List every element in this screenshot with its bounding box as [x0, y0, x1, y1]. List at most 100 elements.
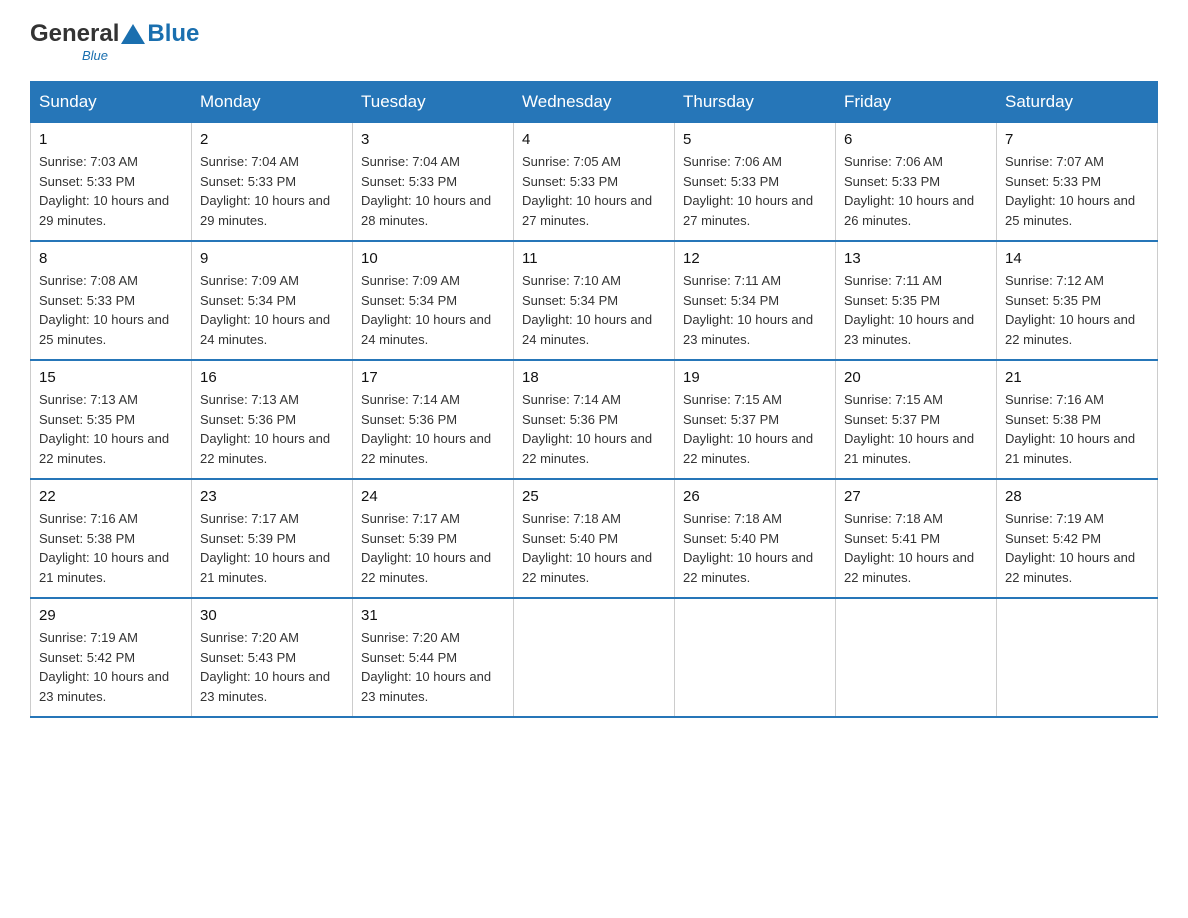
calendar-cell: 19 Sunrise: 7:15 AMSunset: 5:37 PMDayligh… — [675, 360, 836, 479]
logo: GeneralBlueBlue — [30, 20, 199, 63]
day-number: 19 — [683, 369, 827, 386]
day-info: Sunrise: 7:11 AMSunset: 5:35 PMDaylight:… — [844, 271, 988, 349]
day-info: Sunrise: 7:14 AMSunset: 5:36 PMDaylight:… — [361, 390, 505, 468]
day-number: 15 — [39, 369, 183, 386]
day-number: 10 — [361, 250, 505, 267]
calendar-cell: 10Sunrise: 7:09 AMSunset: 5:34 PMDayligh… — [353, 241, 514, 360]
day-info: Sunrise: 7:16 AMSunset: 5:38 PMDaylight:… — [39, 509, 183, 587]
calendar-cell: 5 Sunrise: 7:06 AMSunset: 5:33 PMDaylight… — [675, 123, 836, 242]
calendar-cell: 20 Sunrise: 7:15 AMSunset: 5:37 PMDayligh… — [836, 360, 997, 479]
day-number: 9 — [200, 250, 344, 267]
day-info: Sunrise: 7:13 AMSunset: 5:35 PMDaylight:… — [39, 390, 183, 468]
calendar-cell: 27Sunrise: 7:18 AMSunset: 5:41 PMDayligh… — [836, 479, 997, 598]
calendar-cell: 16Sunrise: 7:13 AMSunset: 5:36 PMDayligh… — [192, 360, 353, 479]
day-number: 29 — [39, 607, 183, 624]
page-header: GeneralBlueBlue — [30, 20, 1158, 63]
calendar-week-row: 15 Sunrise: 7:13 AMSunset: 5:35 PMDayligh… — [31, 360, 1158, 479]
day-info: Sunrise: 7:19 AMSunset: 5:42 PMDaylight:… — [1005, 509, 1149, 587]
day-info: Sunrise: 7:04 AMSunset: 5:33 PMDaylight:… — [361, 152, 505, 230]
day-number: 17 — [361, 369, 505, 386]
calendar-cell: 29 Sunrise: 7:19 AMSunset: 5:42 PMDayligh… — [31, 598, 192, 717]
weekday-header-friday: Friday — [836, 82, 997, 123]
day-info: Sunrise: 7:20 AMSunset: 5:44 PMDaylight:… — [361, 628, 505, 706]
calendar-cell — [675, 598, 836, 717]
day-number: 31 — [361, 607, 505, 624]
calendar-cell: 23Sunrise: 7:17 AMSunset: 5:39 PMDayligh… — [192, 479, 353, 598]
calendar-cell — [514, 598, 675, 717]
calendar-cell: 25Sunrise: 7:18 AMSunset: 5:40 PMDayligh… — [514, 479, 675, 598]
calendar-table: SundayMondayTuesdayWednesdayThursdayFrid… — [30, 81, 1158, 718]
day-number: 2 — [200, 131, 344, 148]
calendar-cell: 24 Sunrise: 7:17 AMSunset: 5:39 PMDayligh… — [353, 479, 514, 598]
calendar-cell: 7Sunrise: 7:07 AMSunset: 5:33 PMDaylight… — [997, 123, 1158, 242]
day-number: 21 — [1005, 369, 1149, 386]
calendar-cell: 18 Sunrise: 7:14 AMSunset: 5:36 PMDayligh… — [514, 360, 675, 479]
day-number: 24 — [361, 488, 505, 505]
day-info: Sunrise: 7:14 AMSunset: 5:36 PMDaylight:… — [522, 390, 666, 468]
day-number: 27 — [844, 488, 988, 505]
day-number: 13 — [844, 250, 988, 267]
calendar-cell — [997, 598, 1158, 717]
calendar-cell: 21Sunrise: 7:16 AMSunset: 5:38 PMDayligh… — [997, 360, 1158, 479]
day-info: Sunrise: 7:04 AMSunset: 5:33 PMDaylight:… — [200, 152, 344, 230]
day-number: 3 — [361, 131, 505, 148]
day-number: 4 — [522, 131, 666, 148]
day-info: Sunrise: 7:11 AMSunset: 5:34 PMDaylight:… — [683, 271, 827, 349]
calendar-cell: 17 Sunrise: 7:14 AMSunset: 5:36 PMDayligh… — [353, 360, 514, 479]
logo-blue-text: Blue — [147, 20, 199, 48]
weekday-header-wednesday: Wednesday — [514, 82, 675, 123]
calendar-week-row: 22 Sunrise: 7:16 AMSunset: 5:38 PMDayligh… — [31, 479, 1158, 598]
day-number: 7 — [1005, 131, 1149, 148]
day-number: 25 — [522, 488, 666, 505]
day-info: Sunrise: 7:09 AMSunset: 5:34 PMDaylight:… — [200, 271, 344, 349]
calendar-cell: 4 Sunrise: 7:05 AMSunset: 5:33 PMDaylight… — [514, 123, 675, 242]
day-number: 6 — [844, 131, 988, 148]
calendar-cell: 26Sunrise: 7:18 AMSunset: 5:40 PMDayligh… — [675, 479, 836, 598]
day-number: 14 — [1005, 250, 1149, 267]
day-info: Sunrise: 7:15 AMSunset: 5:37 PMDaylight:… — [844, 390, 988, 468]
day-number: 20 — [844, 369, 988, 386]
calendar-cell: 2 Sunrise: 7:04 AMSunset: 5:33 PMDaylight… — [192, 123, 353, 242]
day-number: 11 — [522, 250, 666, 267]
day-number: 16 — [200, 369, 344, 386]
logo-triangle-icon — [121, 24, 145, 44]
day-info: Sunrise: 7:12 AMSunset: 5:35 PMDaylight:… — [1005, 271, 1149, 349]
day-number: 22 — [39, 488, 183, 505]
calendar-cell — [836, 598, 997, 717]
calendar-week-row: 8Sunrise: 7:08 AMSunset: 5:33 PMDaylight… — [31, 241, 1158, 360]
day-info: Sunrise: 7:17 AMSunset: 5:39 PMDaylight:… — [361, 509, 505, 587]
calendar-cell: 1 Sunrise: 7:03 AMSunset: 5:33 PMDaylight… — [31, 123, 192, 242]
weekday-header-row: SundayMondayTuesdayWednesdayThursdayFrid… — [31, 82, 1158, 123]
day-info: Sunrise: 7:06 AMSunset: 5:33 PMDaylight:… — [844, 152, 988, 230]
calendar-cell: 11Sunrise: 7:10 AMSunset: 5:34 PMDayligh… — [514, 241, 675, 360]
calendar-cell: 9 Sunrise: 7:09 AMSunset: 5:34 PMDaylight… — [192, 241, 353, 360]
day-number: 5 — [683, 131, 827, 148]
calendar-cell: 15 Sunrise: 7:13 AMSunset: 5:35 PMDayligh… — [31, 360, 192, 479]
day-info: Sunrise: 7:17 AMSunset: 5:39 PMDaylight:… — [200, 509, 344, 587]
day-info: Sunrise: 7:15 AMSunset: 5:37 PMDaylight:… — [683, 390, 827, 468]
calendar-cell: 22 Sunrise: 7:16 AMSunset: 5:38 PMDayligh… — [31, 479, 192, 598]
day-info: Sunrise: 7:08 AMSunset: 5:33 PMDaylight:… — [39, 271, 183, 349]
day-info: Sunrise: 7:19 AMSunset: 5:42 PMDaylight:… — [39, 628, 183, 706]
weekday-header-saturday: Saturday — [997, 82, 1158, 123]
day-number: 28 — [1005, 488, 1149, 505]
calendar-cell: 31 Sunrise: 7:20 AMSunset: 5:44 PMDayligh… — [353, 598, 514, 717]
day-info: Sunrise: 7:20 AMSunset: 5:43 PMDaylight:… — [200, 628, 344, 706]
weekday-header-monday: Monday — [192, 82, 353, 123]
calendar-cell: 12 Sunrise: 7:11 AMSunset: 5:34 PMDayligh… — [675, 241, 836, 360]
logo-general-text: General — [30, 20, 119, 48]
calendar-cell: 28 Sunrise: 7:19 AMSunset: 5:42 PMDayligh… — [997, 479, 1158, 598]
calendar-cell: 6 Sunrise: 7:06 AMSunset: 5:33 PMDaylight… — [836, 123, 997, 242]
calendar-cell: 13 Sunrise: 7:11 AMSunset: 5:35 PMDayligh… — [836, 241, 997, 360]
day-number: 18 — [522, 369, 666, 386]
day-info: Sunrise: 7:03 AMSunset: 5:33 PMDaylight:… — [39, 152, 183, 230]
day-number: 1 — [39, 131, 183, 148]
day-info: Sunrise: 7:06 AMSunset: 5:33 PMDaylight:… — [683, 152, 827, 230]
day-info: Sunrise: 7:18 AMSunset: 5:40 PMDaylight:… — [683, 509, 827, 587]
day-info: Sunrise: 7:05 AMSunset: 5:33 PMDaylight:… — [522, 152, 666, 230]
calendar-week-row: 1 Sunrise: 7:03 AMSunset: 5:33 PMDaylight… — [31, 123, 1158, 242]
logo-subtitle: Blue — [82, 48, 108, 63]
weekday-header-thursday: Thursday — [675, 82, 836, 123]
day-number: 12 — [683, 250, 827, 267]
day-number: 30 — [200, 607, 344, 624]
